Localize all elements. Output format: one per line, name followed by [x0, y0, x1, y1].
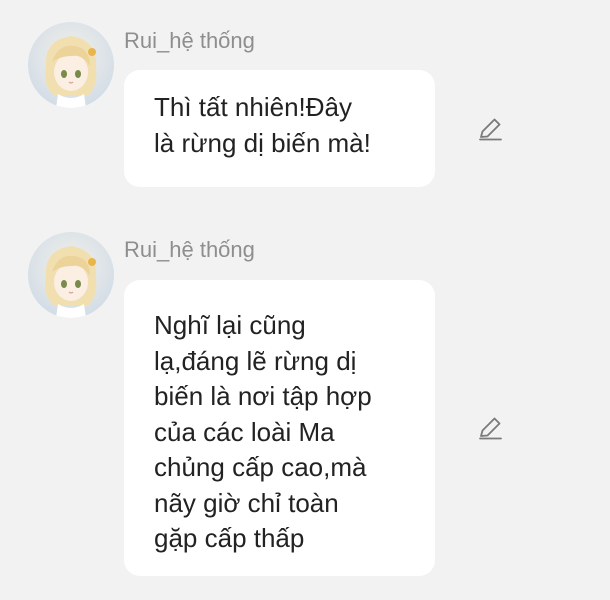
pencil-icon — [479, 417, 502, 440]
anime-girl-avatar-icon — [28, 232, 114, 318]
sender-name: Rui_hệ thống — [124, 237, 255, 262]
sender-avatar[interactable] — [28, 232, 114, 318]
edit-message-button[interactable] — [474, 412, 506, 444]
chat-message: Rui_hệ thống Nghĩ lại cũng lạ,đáng lẽ rừ… — [0, 0, 610, 600]
message-bubble[interactable]: Nghĩ lại cũng lạ,đáng lẽ rừng dị biến là… — [124, 280, 435, 576]
message-text: Nghĩ lại cũng lạ,đáng lẽ rừng dị biến là… — [154, 310, 372, 553]
